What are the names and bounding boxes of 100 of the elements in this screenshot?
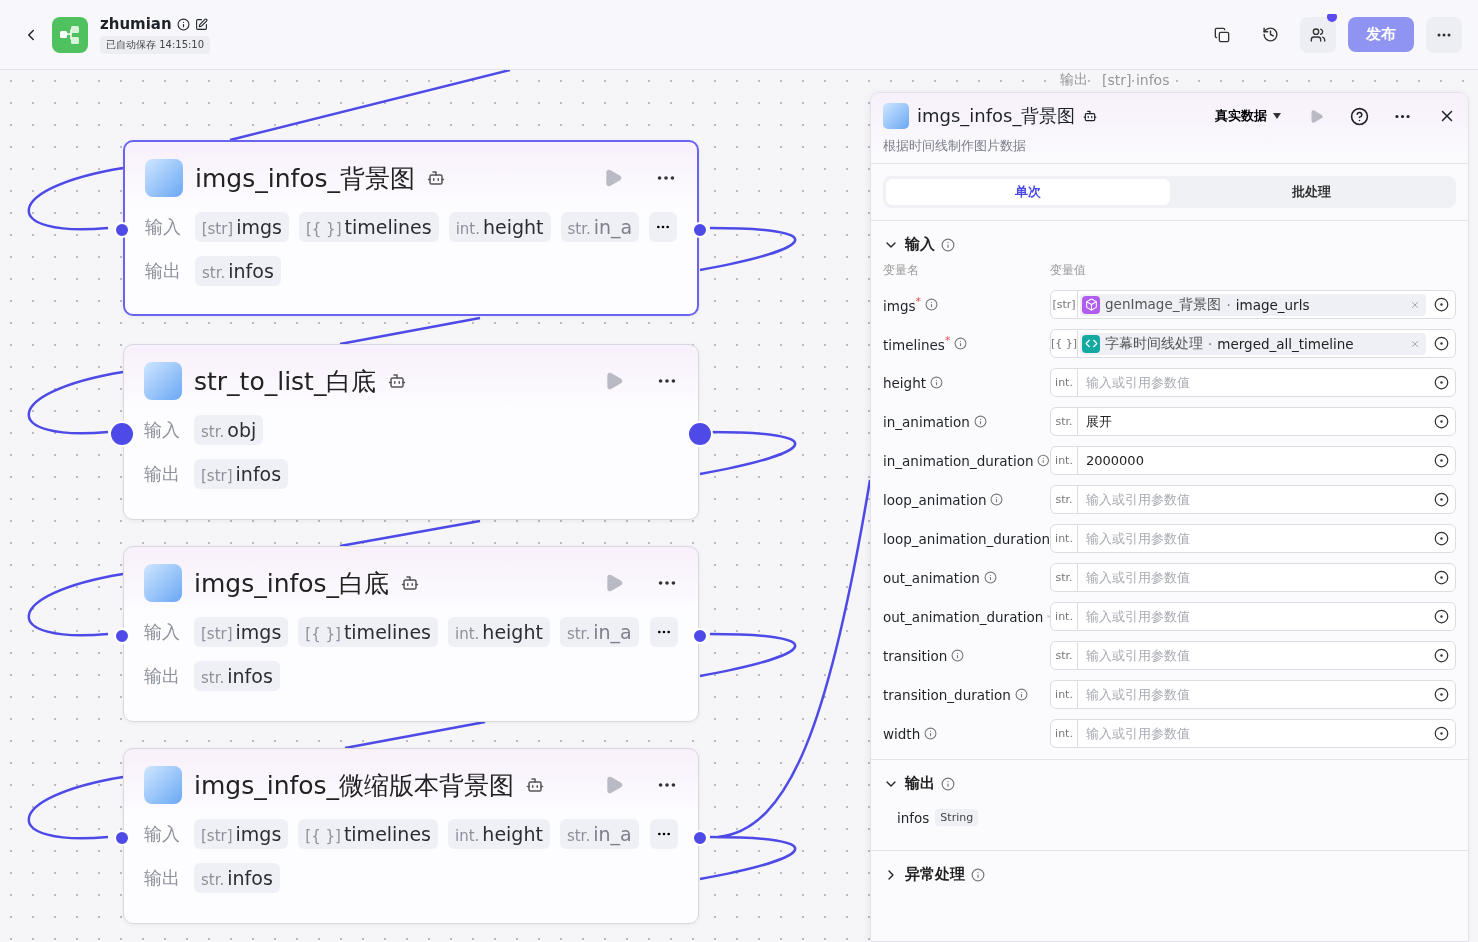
info-icon[interactable] [176, 17, 190, 31]
input-label: 输入 [144, 822, 181, 846]
output-type: String [935, 809, 979, 826]
param-field[interactable]: int. 输入或引用参数值 [1050, 524, 1456, 553]
param-field[interactable]: [{ }] 字幕时间线处理 · merged_all_timeline [1050, 329, 1456, 358]
value-input[interactable]: 输入或引用参数值 [1078, 609, 1428, 624]
type-label: int. [1051, 447, 1078, 474]
workflow-node[interactable]: imgs_infos_背景图 输入 [str]imgs [{ }]timelines int.height str.in_a 输出 str.infos [123, 140, 699, 316]
param-label: str.in_a [559, 819, 639, 849]
variable-icon[interactable] [1434, 336, 1449, 351]
param-label: str.infos [195, 256, 281, 286]
separator: · [1226, 296, 1231, 313]
param-label: [str]imgs [194, 617, 289, 647]
input-port[interactable] [114, 830, 130, 846]
input-port[interactable] [114, 628, 130, 644]
variable-icon[interactable] [1434, 726, 1449, 741]
type-label: [{ }] [1051, 330, 1078, 357]
param-label: [str]infos [194, 459, 289, 489]
param-field[interactable]: int. 输入或引用参数值 [1050, 719, 1456, 748]
output-port[interactable] [692, 830, 708, 846]
node-icon [144, 362, 182, 400]
node-title: imgs_infos_背景图 [195, 162, 416, 195]
param-name: width [883, 725, 921, 742]
type-label: int. [1051, 720, 1078, 747]
variable-icon[interactable] [1434, 687, 1449, 702]
type-label: str. [1051, 486, 1078, 513]
mode-tab[interactable]: 批处理 [1169, 179, 1453, 205]
users-button[interactable] [1300, 16, 1336, 53]
param-name: out_animation [883, 569, 980, 586]
data-mode-dropdown[interactable]: 真实数据 [1209, 106, 1287, 126]
param-name: in_animation [883, 413, 970, 430]
history-icon [1261, 26, 1279, 43]
value-input[interactable]: 2000000 [1078, 453, 1428, 468]
param-label: int.height [448, 212, 551, 242]
mode-tab[interactable]: 单次 [886, 179, 1170, 205]
section-header[interactable]: 异常处理 [883, 861, 1456, 888]
param-field[interactable]: int. 2000000 [1050, 446, 1456, 475]
section-header[interactable]: 输出 [883, 770, 1456, 797]
param-name: imgs$^{*}$ [883, 295, 921, 314]
output-port[interactable] [692, 222, 708, 238]
output-label: 输出 [1060, 71, 1088, 89]
variable-icon[interactable] [1434, 297, 1449, 312]
help-icon[interactable] [1350, 106, 1369, 126]
variable-icon[interactable] [1434, 375, 1449, 390]
output-label: 输出 [144, 664, 181, 688]
output-port[interactable] [687, 421, 713, 447]
users-icon [1310, 26, 1326, 43]
param-field[interactable]: [str] genImage_背景图 · image_urls [1050, 290, 1456, 319]
param-field[interactable]: str. 输入或引用参数值 [1050, 485, 1456, 514]
param-name: transition_duration [883, 686, 1011, 703]
value-input[interactable]: 输入或引用参数值 [1078, 648, 1428, 663]
node-icon [883, 103, 909, 129]
variable-icon[interactable] [1434, 570, 1449, 585]
cube-icon [1082, 295, 1100, 314]
input-label: 输入 [144, 620, 181, 644]
type-label: int. [1051, 681, 1078, 708]
variable-icon[interactable] [1434, 648, 1449, 663]
input-port[interactable] [109, 421, 135, 447]
ref-source: 字幕时间线处理 [1105, 334, 1203, 353]
param-name: loop_animation_duration [883, 530, 1050, 547]
value-input[interactable]: 输入或引用参数值 [1078, 531, 1428, 546]
param-field[interactable]: int. 输入或引用参数值 [1050, 602, 1456, 631]
type-label: str. [1051, 408, 1078, 435]
value-input[interactable]: 输入或引用参数值 [1078, 492, 1428, 507]
bot-icon [401, 574, 420, 592]
value-input[interactable]: 输入或引用参数值 [1078, 375, 1428, 390]
value-input[interactable]: 输入或引用参数值 [1078, 687, 1428, 702]
param-field[interactable]: str. 展开 [1050, 407, 1456, 436]
variable-icon[interactable] [1434, 609, 1449, 624]
bot-icon [427, 169, 446, 187]
value-input[interactable]: 输入或引用参数值 [1078, 726, 1428, 741]
copy-icon [1214, 26, 1230, 43]
variable-icon[interactable] [1434, 453, 1449, 468]
param-field[interactable]: int. 输入或引用参数值 [1050, 680, 1456, 709]
workflow-node[interactable]: str_to_list_白底 输入 str.obj 输出 [str]infos [123, 344, 699, 520]
param-field[interactable]: str. 输入或引用参数值 [1050, 641, 1456, 670]
node-icon [144, 766, 182, 804]
output-label: 输出 [144, 866, 181, 890]
output-port[interactable] [692, 628, 708, 644]
variable-icon[interactable] [1434, 531, 1449, 546]
param-name: height [883, 374, 927, 391]
bot-icon [526, 776, 545, 794]
variable-icon[interactable] [1434, 492, 1449, 507]
type-label: [str] [1051, 291, 1078, 318]
param-field[interactable]: int. 输入或引用参数值 [1050, 368, 1456, 397]
value-input[interactable]: 展开 [1078, 414, 1428, 429]
edit-icon[interactable] [194, 17, 208, 31]
param-field[interactable]: str. 输入或引用参数值 [1050, 563, 1456, 592]
workflow-node[interactable]: imgs_infos_微缩版本背景图 输入 [str]imgs [{ }]timelines int.height str.in_a 输出 str.infos [123, 748, 699, 924]
input-label: 输入 [144, 418, 181, 442]
value-input[interactable]: 输入或引用参数值 [1078, 570, 1428, 585]
output-label: 输出 [144, 462, 181, 486]
workflow-node[interactable]: imgs_infos_白底 输入 [str]imgs [{ }]timelines int.height str.in_a 输出 str.infos [123, 546, 699, 722]
param-label: int.height [448, 819, 550, 849]
input-port[interactable] [114, 222, 130, 238]
more-icon [1437, 32, 1451, 37]
param-name: in_animation_duration [883, 452, 1034, 469]
section-header[interactable]: 输入 [883, 231, 1456, 258]
variable-icon[interactable] [1434, 414, 1449, 429]
param-label: int.height [448, 617, 550, 647]
